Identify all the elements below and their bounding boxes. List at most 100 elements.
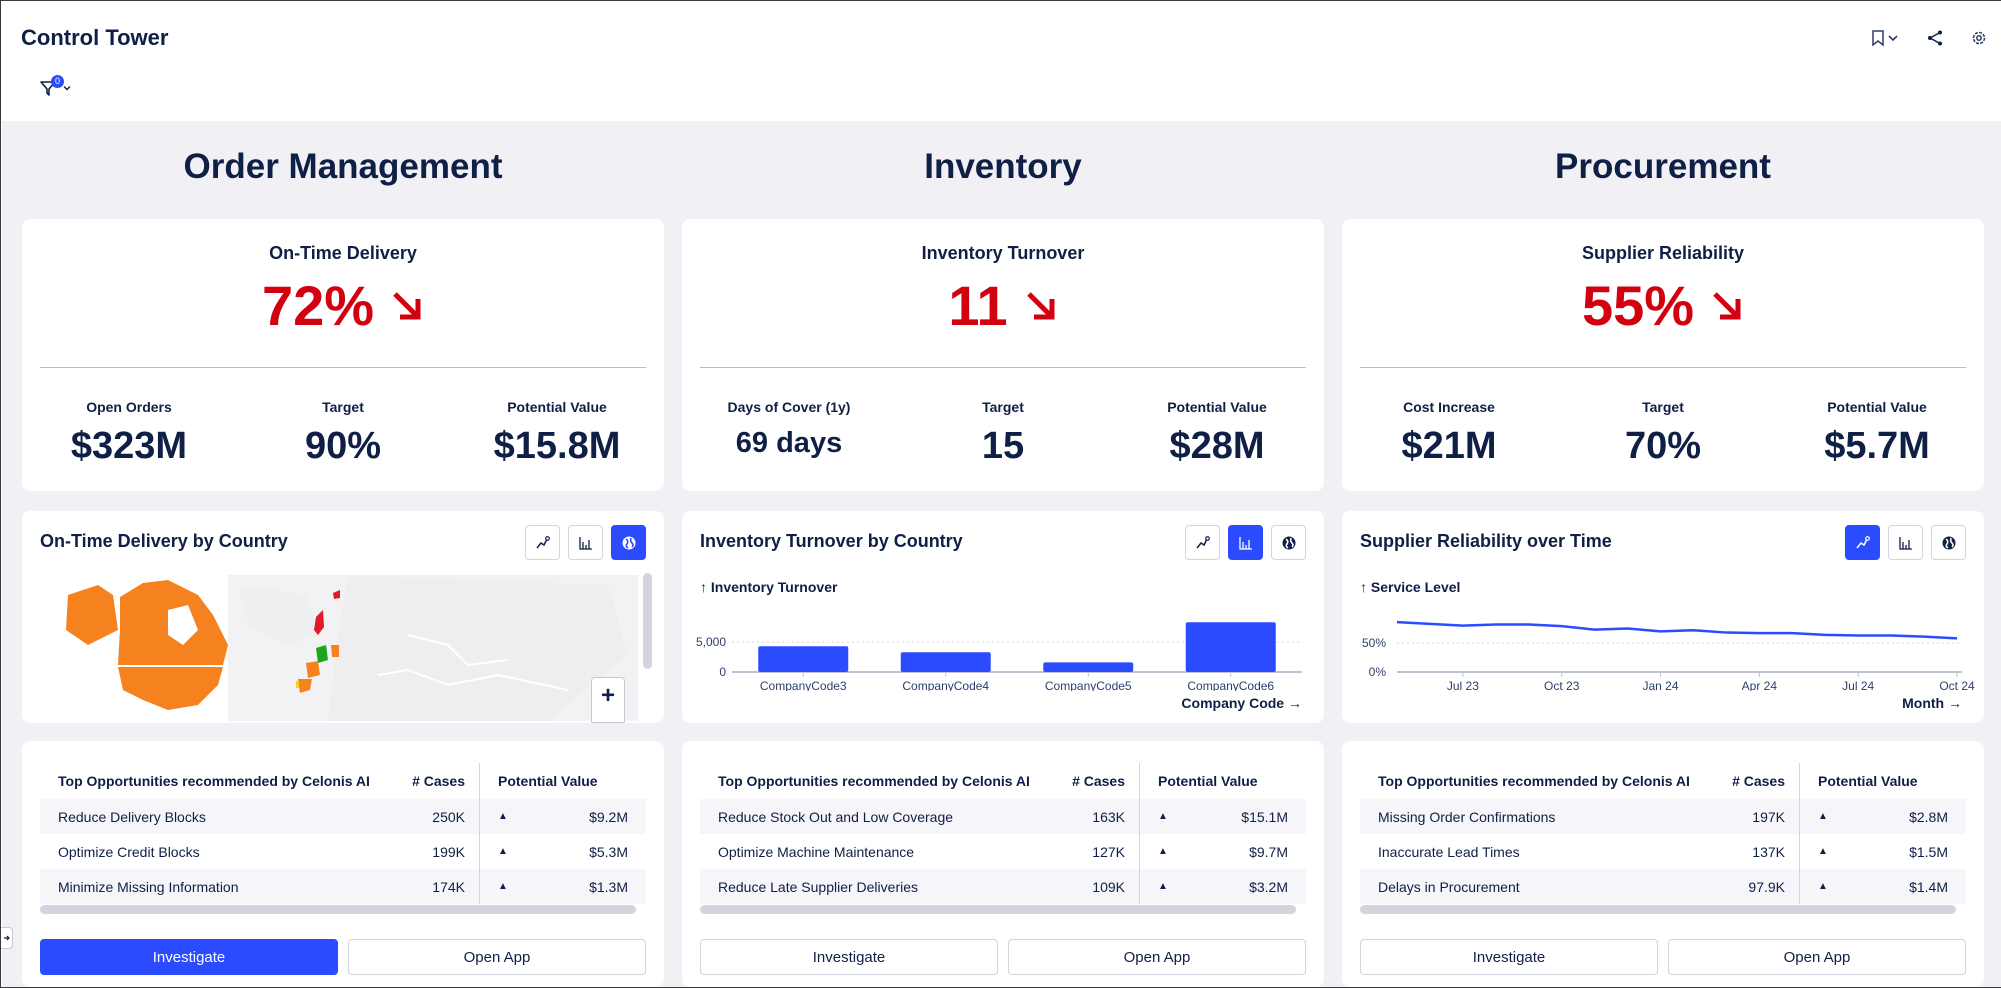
header-bar: Control Tower 0 (1, 1, 2001, 121)
table-horizontal-scrollbar[interactable] (40, 905, 636, 914)
triangle-up-icon: ▲ (498, 811, 508, 822)
table-horizontal-scrollbar[interactable] (700, 905, 1296, 914)
opportunities-table: Top Opportunities recommended by Celonis… (40, 763, 646, 904)
bar (1043, 662, 1134, 672)
case-count: 163K (1030, 799, 1140, 834)
open-app-button[interactable]: Open App (1668, 939, 1966, 975)
opportunities-table: Top Opportunities recommended by Celonis… (700, 763, 1306, 904)
map-zoom-in-button[interactable]: + (591, 677, 625, 723)
column-header-potential-value[interactable]: Potential Value (1140, 773, 1306, 789)
map-view-toggle[interactable] (1931, 525, 1966, 560)
column-header-cases[interactable]: # Cases (1690, 763, 1800, 799)
table-row[interactable]: Reduce Stock Out and Low Coverage 163K ▲… (700, 799, 1306, 834)
table-row[interactable]: Minimize Missing Information 174K ▲ $1.3… (40, 869, 646, 904)
opportunity-name: Reduce Stock Out and Low Coverage (718, 808, 954, 825)
y-tick-label: 0 (719, 665, 726, 679)
potential-value: $3.2M (1249, 878, 1288, 895)
world-map[interactable] (48, 575, 638, 721)
sub-kpi-label: Target (982, 399, 1024, 415)
column-header-potential-value[interactable]: Potential Value (480, 773, 646, 789)
map-view-toggle[interactable] (1271, 525, 1306, 560)
page-title: Control Tower (21, 25, 169, 50)
line-view-toggle[interactable] (1185, 525, 1220, 560)
column-header-potential-value[interactable]: Potential Value (1800, 773, 1966, 789)
table-header: Top Opportunities recommended by Celonis… (1360, 763, 1966, 799)
section-title-procurement: Procurement (1555, 147, 1771, 186)
case-count: 127K (1030, 834, 1140, 869)
sub-kpi: Potential Value $5.7M (1770, 399, 1984, 468)
table-row[interactable]: Reduce Delivery Blocks 250K ▲ $9.2M (40, 799, 646, 834)
sub-kpi: Cost Increase $21M (1342, 399, 1556, 468)
bar (758, 646, 849, 672)
bar-chart-icon (1238, 536, 1252, 550)
line-chart-icon (1855, 535, 1870, 548)
x-tick-label: CompanyCode3 (760, 679, 847, 691)
x-axis-caption[interactable]: Month → (1902, 695, 1962, 711)
chart-card-inventory-turnover: Inventory Turnover by Country ↑ Inventor… (682, 511, 1324, 723)
table-row[interactable]: Delays in Procurement 97.9K ▲ $1.4M (1360, 869, 1966, 904)
column-header-opportunity[interactable]: Top Opportunities recommended by Celonis… (1360, 773, 1690, 789)
column-header-cases[interactable]: # Cases (1030, 763, 1140, 799)
settings-button[interactable] (1970, 29, 1988, 47)
line-chart: 0% 50% Jul 23 Oct 23 Jan 24 Apr 24 Jul 24 Oct 2… (1362, 620, 1975, 691)
line-view-toggle[interactable] (1845, 525, 1880, 560)
arrow-down-right-icon (1026, 291, 1055, 319)
column-header-opportunity[interactable]: Top Opportunities recommended by Celonis… (40, 773, 370, 789)
expand-panel-icon (3, 935, 10, 941)
open-app-button[interactable]: Open App (348, 939, 646, 975)
case-count: 197K (1690, 799, 1800, 834)
chart-card-supplier-reliability: Supplier Reliability over Time ↑ Service… (1342, 511, 1984, 723)
map-country-usa (118, 667, 223, 710)
share-icon (1928, 30, 1942, 46)
chart-view-toggles (525, 525, 646, 560)
chevron-down-icon (1888, 35, 1898, 42)
opportunities-card: Top Opportunities recommended by Celonis… (682, 741, 1324, 987)
sub-kpi-value: $21M (1401, 425, 1497, 467)
sub-kpi: Target 90% (236, 399, 450, 468)
globe-icon (1942, 536, 1955, 549)
potential-value: $9.2M (589, 808, 628, 825)
kpi-label: On-Time Delivery (269, 243, 417, 263)
share-button[interactable] (1926, 29, 1944, 47)
bar-view-toggle[interactable] (1228, 525, 1263, 560)
map-view-toggle[interactable] (611, 525, 646, 560)
chart-card-on-time-delivery: On-Time Delivery by Country + (22, 511, 664, 723)
investigate-button[interactable]: Investigate (40, 939, 338, 975)
column-header-cases[interactable]: # Cases (370, 763, 480, 799)
x-axis-caption[interactable]: Company Code → (1181, 695, 1302, 711)
y-tick-label: 0% (1369, 665, 1387, 679)
chart-title: Inventory Turnover by Country (700, 531, 963, 551)
table-row[interactable]: Optimize Machine Maintenance 127K ▲ $9.7… (700, 834, 1306, 869)
bookmark-button[interactable] (1870, 29, 1900, 47)
sub-kpi-value: 90% (304, 425, 382, 467)
filter-button[interactable]: 0 (39, 75, 73, 97)
kpi-card: Inventory Turnover 11 Days of Cover (1y)… (682, 219, 1324, 491)
table-row[interactable]: Missing Order Confirmations 197K ▲ $2.8M (1360, 799, 1966, 834)
kpi-value: 11 (948, 274, 1008, 337)
investigate-button[interactable]: Investigate (700, 939, 998, 975)
map-scrollbar[interactable] (643, 573, 652, 669)
table-row[interactable]: Reduce Late Supplier Deliveries 109K ▲ $… (700, 869, 1306, 904)
table-row[interactable]: Optimize Credit Blocks 199K ▲ $5.3M (40, 834, 646, 869)
sub-kpi: Potential Value $28M (1110, 399, 1324, 468)
line-chart-icon (1195, 535, 1210, 548)
potential-value: $5.3M (589, 843, 628, 860)
section-title-inventory: Inventory (924, 147, 1082, 186)
open-app-button[interactable]: Open App (1008, 939, 1306, 975)
kpi-main-value: 55% (1342, 273, 1984, 338)
table-horizontal-scrollbar[interactable] (1360, 905, 1956, 914)
column-header-opportunity[interactable]: Top Opportunities recommended by Celonis… (700, 773, 1030, 789)
bar-view-toggle[interactable] (1888, 525, 1923, 560)
map-country-portugal (296, 681, 299, 688)
table-row[interactable]: Inaccurate Lead Times 137K ▲ $1.5M (1360, 834, 1966, 869)
case-count: 174K (370, 869, 480, 904)
side-panel-toggle[interactable] (1, 927, 13, 949)
x-tick-label: Oct 23 (1544, 679, 1580, 691)
investigate-button[interactable]: Investigate (1360, 939, 1658, 975)
arrow-down-right-icon (1713, 291, 1741, 319)
triangle-up-icon: ▲ (1158, 846, 1168, 857)
chart-view-toggles (1845, 525, 1966, 560)
line-view-toggle[interactable] (525, 525, 560, 560)
bar-chart-icon (578, 536, 592, 550)
bar-view-toggle[interactable] (568, 525, 603, 560)
